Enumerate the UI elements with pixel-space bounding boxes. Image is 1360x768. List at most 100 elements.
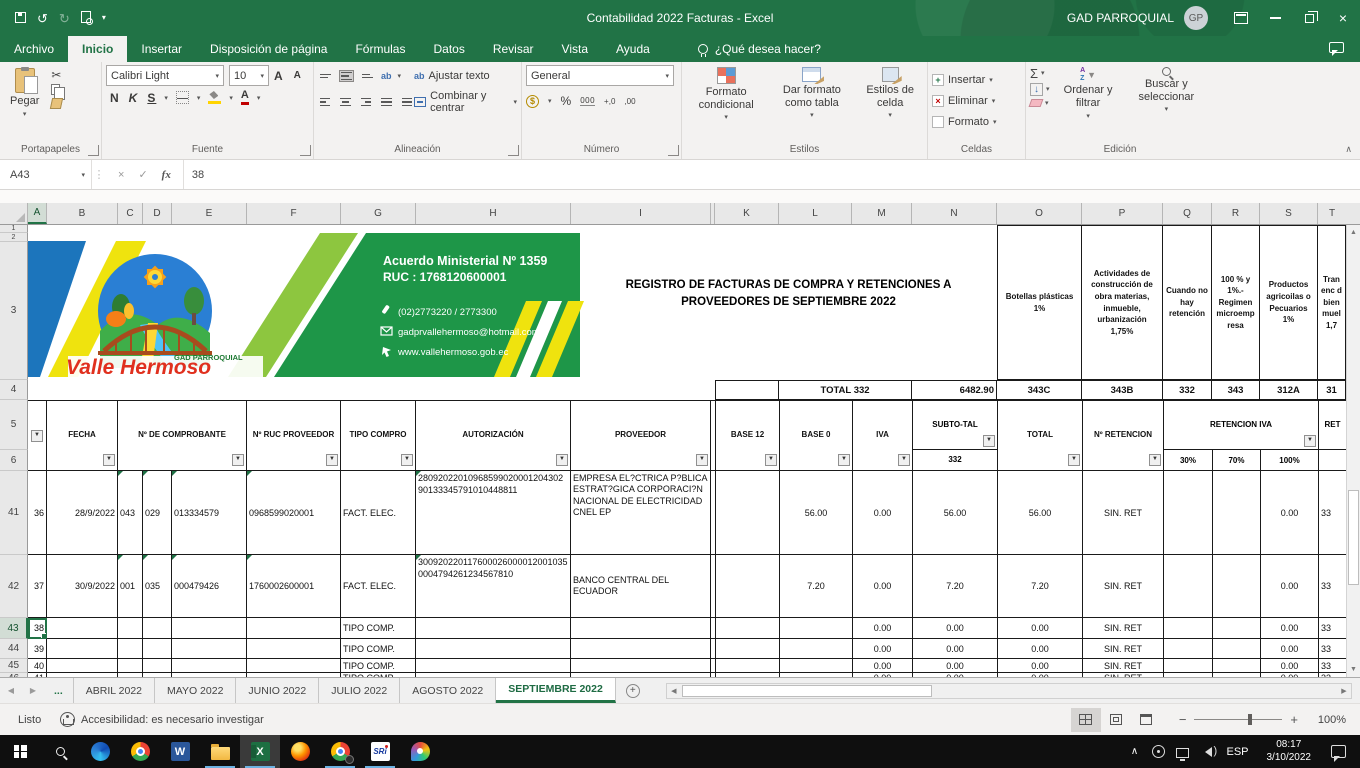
cell-L44[interactable] bbox=[780, 639, 853, 659]
vertical-scrollbar[interactable]: ▲ ▼ bbox=[1346, 225, 1360, 677]
format-painter-icon[interactable] bbox=[51, 98, 62, 109]
clock[interactable]: 08:17 3/10/2022 bbox=[1257, 739, 1322, 764]
tab-archivo[interactable]: Archivo bbox=[0, 36, 68, 62]
sheet-tab-agosto[interactable]: AGOSTO 2022 bbox=[400, 678, 496, 703]
col-header-Q[interactable]: Q bbox=[1163, 203, 1212, 224]
tab-ayuda[interactable]: Ayuda bbox=[602, 36, 664, 62]
cell-P46[interactable]: SIN. RET bbox=[1083, 673, 1164, 677]
cell-Q41[interactable] bbox=[1164, 471, 1213, 555]
total-332-label[interactable]: TOTAL 332 bbox=[779, 380, 912, 400]
tab-datos[interactable]: Datos bbox=[419, 36, 478, 62]
filter-icon[interactable]: ▼ bbox=[103, 454, 115, 466]
total-332-value[interactable]: 6482.90 bbox=[912, 380, 997, 400]
align-bottom-icon[interactable] bbox=[360, 72, 375, 81]
cell-A4-I4[interactable] bbox=[28, 380, 711, 400]
cell-M42[interactable]: 0.00 bbox=[853, 555, 913, 618]
header-autorizacion[interactable]: AUTORIZACIÓN▼ bbox=[416, 400, 571, 471]
row-header-45[interactable]: 45 bbox=[0, 659, 28, 673]
cell-T43[interactable]: 33 bbox=[1319, 618, 1346, 639]
ribbon-display-options-icon[interactable] bbox=[1224, 0, 1258, 36]
code-332[interactable]: 332 bbox=[1163, 380, 1212, 400]
filter-icon[interactable]: ▼ bbox=[983, 435, 995, 447]
sheet-nav-prev-icon[interactable]: ◀ bbox=[0, 678, 22, 703]
cell-F42[interactable]: 1760002600001 bbox=[247, 555, 341, 618]
code-31x[interactable]: 31 bbox=[1318, 380, 1346, 400]
cell-K4[interactable] bbox=[715, 380, 779, 400]
volume-icon[interactable] bbox=[1194, 735, 1218, 768]
tab-vista[interactable]: Vista bbox=[548, 36, 602, 62]
tab-inicio[interactable]: Inicio bbox=[68, 36, 127, 62]
redo-icon[interactable]: ↻ bbox=[59, 12, 70, 25]
header-70pct[interactable]: 70% bbox=[1213, 450, 1261, 470]
header-construccion[interactable]: Actividades de construcción de obra mate… bbox=[1082, 225, 1163, 380]
cell-O43[interactable]: 0.00 bbox=[998, 618, 1083, 639]
cell-S46[interactable]: 0.00 bbox=[1261, 673, 1319, 677]
restore-button[interactable] bbox=[1292, 0, 1326, 36]
header-total[interactable]: TOTAL▼ bbox=[998, 400, 1083, 471]
cell-I42[interactable]: BANCO CENTRAL DEL ECUADOR bbox=[571, 555, 711, 618]
cell-C41[interactable]: 043 bbox=[118, 471, 143, 555]
cell-D42[interactable]: 035 bbox=[143, 555, 172, 618]
cell-S43[interactable]: 0.00 bbox=[1261, 618, 1319, 639]
borders-dropdown-icon[interactable]: ▾ bbox=[197, 94, 201, 102]
cell-N43[interactable]: 0.00 bbox=[913, 618, 998, 639]
cell-I46[interactable] bbox=[571, 673, 711, 677]
cell-Q45[interactable] bbox=[1164, 659, 1213, 673]
customize-qat-icon[interactable]: ▾ bbox=[102, 14, 106, 22]
tab-formulas[interactable]: Fórmulas bbox=[341, 36, 419, 62]
col-header-O[interactable]: O bbox=[997, 203, 1082, 224]
cell-E41[interactable]: 013334579 bbox=[172, 471, 247, 555]
row-header-4[interactable]: 4 bbox=[0, 380, 28, 400]
accounting-format-icon[interactable]: $ bbox=[526, 95, 539, 108]
filter-icon[interactable]: ▼ bbox=[31, 430, 43, 442]
code-343C[interactable]: 343C bbox=[997, 380, 1082, 400]
alignment-dialog-launcher[interactable] bbox=[508, 145, 519, 156]
cell-E43[interactable] bbox=[172, 618, 247, 639]
row-header-44[interactable]: 44 bbox=[0, 639, 28, 659]
italic-button[interactable]: K bbox=[129, 91, 139, 105]
sheet-nav-next-icon[interactable]: ▶ bbox=[22, 678, 44, 703]
filter-icon[interactable]: ▼ bbox=[696, 454, 708, 466]
cell-C44[interactable] bbox=[118, 639, 143, 659]
taskbar-search-button[interactable] bbox=[40, 735, 80, 768]
cell-O41[interactable]: 56.00 bbox=[998, 471, 1083, 555]
cell-R41[interactable] bbox=[1213, 471, 1261, 555]
cell-H45[interactable] bbox=[416, 659, 571, 673]
cell-L45[interactable] bbox=[780, 659, 853, 673]
cell-P45[interactable]: SIN. RET bbox=[1083, 659, 1164, 673]
underline-dropdown-icon[interactable]: ▾ bbox=[164, 94, 168, 102]
increase-indent-icon[interactable] bbox=[400, 96, 414, 108]
header-30pct[interactable]: 30% bbox=[1164, 450, 1213, 470]
header-ret-cut[interactable]: RET bbox=[1319, 401, 1346, 450]
row-header-5[interactable]: 5 bbox=[0, 400, 28, 450]
cell-D44[interactable] bbox=[143, 639, 172, 659]
tray-expand-chevron-icon[interactable]: ∧ bbox=[1122, 735, 1146, 768]
cell-N41[interactable]: 56.00 bbox=[913, 471, 998, 555]
zoom-slider-thumb[interactable] bbox=[1248, 714, 1252, 725]
col-header-S[interactable]: S bbox=[1260, 203, 1318, 224]
cell-L43[interactable] bbox=[780, 618, 853, 639]
cell-A42[interactable]: 37 bbox=[28, 555, 47, 618]
col-header-N[interactable]: N bbox=[912, 203, 997, 224]
cell-B43[interactable] bbox=[47, 618, 118, 639]
cancel-icon[interactable]: × bbox=[118, 169, 124, 181]
undo-icon[interactable]: ↺ bbox=[37, 12, 48, 25]
cell-M45[interactable]: 0.00 bbox=[853, 659, 913, 673]
zoom-in-icon[interactable]: + bbox=[1290, 712, 1298, 727]
header-base0[interactable]: BASE 0▼ bbox=[780, 400, 853, 471]
cell-T41[interactable]: 33 bbox=[1319, 471, 1346, 555]
cell-R43[interactable] bbox=[1213, 618, 1261, 639]
font-size-combo[interactable]: 10 ▾ bbox=[229, 65, 269, 86]
header-agricolas[interactable]: Productos agricoilas o Pecuarios 1% bbox=[1260, 225, 1318, 380]
autosum-icon[interactable]: Σ▾ bbox=[1030, 67, 1050, 80]
enter-icon[interactable]: ✓ bbox=[138, 168, 147, 181]
row-header-3[interactable]: 3 bbox=[0, 242, 28, 380]
cell-S41[interactable]: 0.00 bbox=[1261, 471, 1319, 555]
cell-C43[interactable] bbox=[118, 618, 143, 639]
cell-C42[interactable]: 001 bbox=[118, 555, 143, 618]
cell-E46[interactable] bbox=[172, 673, 247, 677]
header-bienes-muebles[interactable]: Tran enc d bien muel 1,7 bbox=[1318, 225, 1346, 380]
fill-down-icon[interactable]: ↓▾ bbox=[1030, 83, 1050, 96]
cell-I43[interactable] bbox=[571, 618, 711, 639]
increase-font-icon[interactable]: A bbox=[274, 69, 289, 83]
